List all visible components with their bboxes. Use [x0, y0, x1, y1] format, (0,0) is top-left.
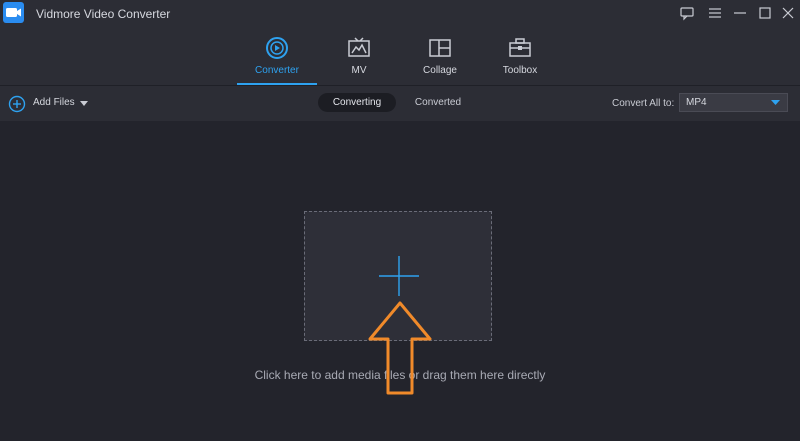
collage-icon: [429, 39, 451, 57]
toolbox-icon: [509, 38, 531, 57]
maximize-icon[interactable]: [756, 4, 774, 22]
format-value: MP4: [686, 97, 707, 108]
tab-toolbox[interactable]: Toolbox: [480, 28, 560, 85]
plus-icon: [379, 256, 419, 296]
app-logo-icon: [3, 2, 24, 23]
tab-mv-label: MV: [351, 65, 367, 76]
mv-icon: [348, 37, 370, 57]
toolbar: Add Files Converting Converted Convert A…: [0, 85, 800, 121]
output-format-select[interactable]: MP4: [679, 93, 788, 112]
app-title: Vidmore Video Converter: [36, 7, 171, 21]
add-circle-icon: [8, 95, 26, 113]
tab-converter[interactable]: Converter: [237, 28, 317, 85]
chevron-down-icon[interactable]: [80, 101, 88, 107]
close-icon[interactable]: [779, 4, 797, 22]
tab-collage-label: Collage: [423, 65, 457, 76]
minimize-icon[interactable]: [731, 4, 749, 22]
add-files-label: Add Files: [33, 97, 75, 108]
chevron-down-icon: [771, 100, 780, 105]
title-bar: Vidmore Video Converter: [0, 0, 800, 28]
tab-converter-label: Converter: [255, 65, 299, 76]
tab-toolbox-label: Toolbox: [502, 65, 538, 76]
tab-converted[interactable]: Converted: [404, 93, 472, 112]
menu-icon[interactable]: [706, 4, 724, 22]
chat-icon[interactable]: [678, 4, 696, 22]
convert-all-label: Convert All to:: [612, 98, 675, 109]
arrow-up-icon: [368, 301, 432, 395]
converter-icon: [266, 37, 288, 59]
tab-collage[interactable]: Collage: [400, 28, 480, 85]
main-area: Click here to add media files or drag th…: [0, 121, 800, 441]
tab-mv[interactable]: MV: [319, 28, 399, 85]
main-nav: Converter MV Collage Toolbox: [0, 28, 800, 85]
tab-converting[interactable]: Converting: [318, 93, 396, 112]
